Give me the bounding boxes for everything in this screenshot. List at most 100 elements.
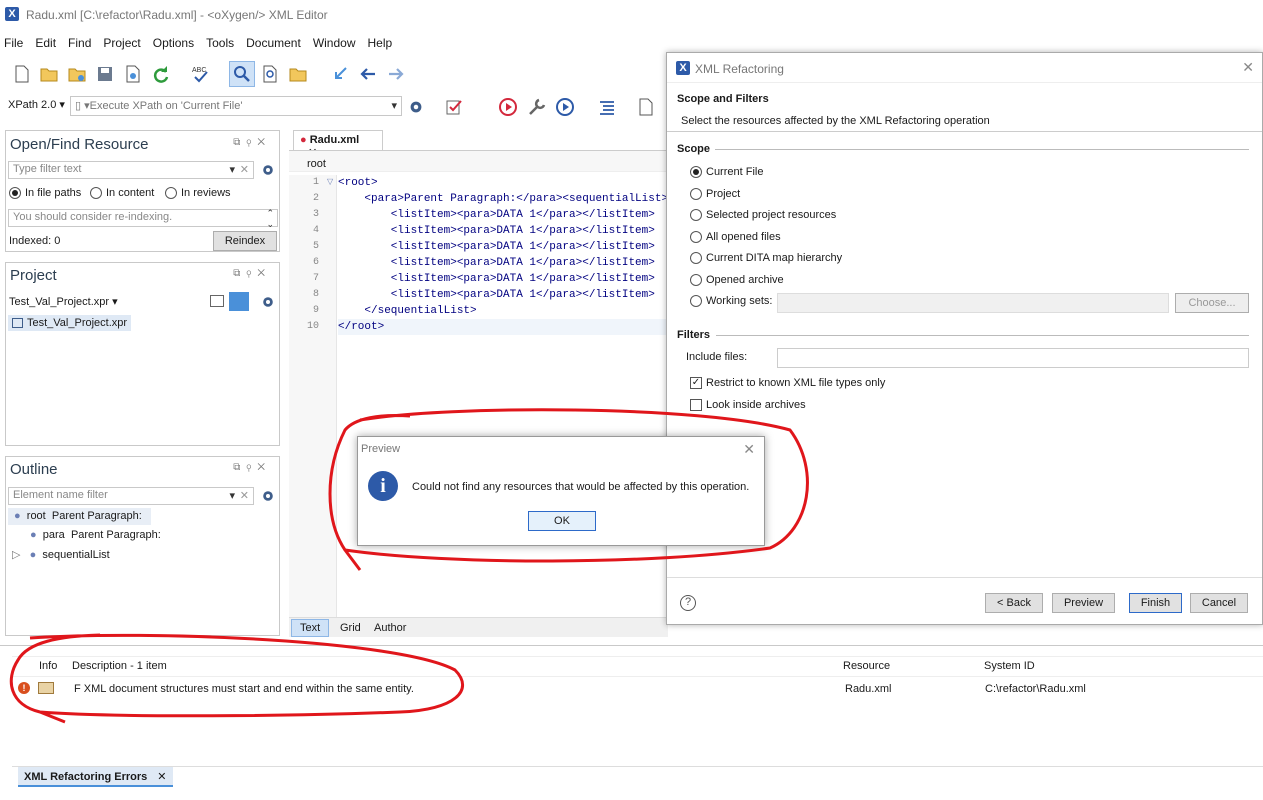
- code-line[interactable]: <para>Parent Paragraph:</para><sequentia…: [338, 191, 668, 207]
- project-combo[interactable]: Test_Val_Project.xpr ▾: [9, 295, 118, 308]
- reload-icon[interactable]: [151, 64, 171, 84]
- validate-icon[interactable]: [444, 97, 464, 117]
- menu-tools[interactable]: Tools: [206, 36, 234, 50]
- resource-filter-input[interactable]: Type filter text ▾ ✕: [8, 161, 254, 179]
- menu-help[interactable]: Help: [368, 36, 393, 50]
- cancel-button[interactable]: Cancel: [1190, 593, 1248, 613]
- error-resource[interactable]: Radu.xml: [845, 683, 891, 695]
- tab-xml-refactoring-errors[interactable]: XML Refactoring Errors ✕: [18, 767, 173, 787]
- panel-window-controls[interactable]: ⧉⚲✕: [233, 462, 271, 473]
- scope-selected-resources[interactable]: Selected project resources: [690, 209, 836, 222]
- collapse-icon[interactable]: [210, 295, 224, 307]
- code-line[interactable]: <listItem><para>DATA 1</para></listItem>: [338, 223, 668, 239]
- column-description[interactable]: Description - 1 item: [72, 660, 167, 672]
- xpath-version-combo[interactable]: XPath 2.0 ▾: [8, 98, 65, 111]
- clear-icon[interactable]: ✕: [240, 163, 249, 176]
- tab-text[interactable]: Text: [291, 619, 330, 637]
- open-project-icon[interactable]: [288, 64, 308, 84]
- code-line[interactable]: </sequentialList>: [338, 303, 668, 319]
- menu-project[interactable]: Project: [103, 36, 140, 50]
- code-line[interactable]: <listItem><para>DATA 1</para></listItem>: [338, 239, 668, 255]
- close-icon[interactable]: ✕: [157, 771, 166, 783]
- new-file-icon[interactable]: [12, 64, 32, 84]
- run-transform-icon[interactable]: [498, 97, 518, 117]
- preview-button[interactable]: Preview: [1052, 593, 1115, 613]
- ok-button[interactable]: OK: [528, 511, 596, 531]
- preview-dialog-title: Preview: [361, 443, 401, 455]
- include-files-input[interactable]: [777, 348, 1249, 368]
- finish-button[interactable]: Finish: [1129, 593, 1182, 613]
- forward-arrow-icon[interactable]: [386, 64, 406, 84]
- column-resource[interactable]: Resource: [843, 660, 890, 672]
- code-line[interactable]: </root>: [338, 319, 668, 335]
- breadcrumb-root[interactable]: root: [307, 158, 326, 170]
- xml-doc-icon[interactable]: [636, 97, 656, 117]
- menu-find[interactable]: Find: [68, 36, 91, 50]
- code-line[interactable]: <root>: [338, 175, 668, 191]
- look-inside-archives-checkbox[interactable]: Look inside archives: [690, 399, 806, 412]
- gear-icon[interactable]: [407, 98, 425, 116]
- gear-icon[interactable]: [260, 294, 276, 310]
- radio-reviews[interactable]: In reviews: [165, 187, 231, 200]
- fold-icon[interactable]: ▽: [327, 177, 333, 186]
- column-info[interactable]: Info: [39, 660, 57, 672]
- xpath-input[interactable]: ▯ ▾Execute XPath on 'Current File' ▾: [70, 96, 402, 116]
- scope-working-sets[interactable]: Working sets:: [690, 295, 772, 308]
- editor-tab[interactable]: ● Radu.xml ✕: [293, 130, 383, 159]
- scope-opened-archive[interactable]: Opened archive: [690, 274, 784, 287]
- link-editor-icon[interactable]: [229, 292, 249, 311]
- code-line[interactable]: <listItem><para>DATA 1</para></listItem>: [338, 255, 668, 271]
- tab-grid[interactable]: Grid: [340, 622, 361, 634]
- format-indent-icon[interactable]: [597, 97, 617, 117]
- column-system-id[interactable]: System ID: [984, 660, 1035, 672]
- open-url-icon[interactable]: [67, 64, 87, 84]
- outline-node-sequentiallist[interactable]: ▷ ● sequentialList: [12, 548, 110, 561]
- code-line[interactable]: <listItem><para>DATA 1</para></listItem>: [338, 271, 668, 287]
- menu-edit[interactable]: Edit: [35, 36, 56, 50]
- spellcheck-icon[interactable]: ABC: [191, 64, 211, 84]
- goto-icon[interactable]: [330, 64, 350, 84]
- back-arrow-icon[interactable]: [358, 64, 378, 84]
- gear-icon[interactable]: [260, 162, 276, 178]
- project-file-icon: [12, 318, 23, 329]
- code-text[interactable]: <root> <para>Parent Paragraph:</para><se…: [338, 175, 668, 335]
- debug-icon[interactable]: [555, 97, 575, 117]
- radio-file-paths[interactable]: In file paths: [9, 187, 81, 200]
- element-filter-input[interactable]: Element name filter ▾ ✕: [8, 487, 254, 505]
- tab-author[interactable]: Author: [374, 622, 406, 634]
- menu-window[interactable]: Window: [313, 36, 356, 50]
- restrict-xml-checkbox[interactable]: ✓ Restrict to known XML file types only: [690, 377, 885, 390]
- back-button[interactable]: < Back: [985, 593, 1043, 613]
- panel-window-controls[interactable]: ⧉⚲✕: [233, 268, 271, 279]
- reindex-button[interactable]: Reindex: [213, 231, 277, 251]
- panel-window-controls[interactable]: ⧉⚲✕: [233, 137, 271, 148]
- expand-icon[interactable]: ▷: [12, 549, 20, 561]
- project-tree-item[interactable]: Test_Val_Project.xpr: [8, 315, 132, 331]
- menu-options[interactable]: Options: [153, 36, 194, 50]
- radio-content[interactable]: In content: [90, 187, 154, 200]
- scope-all-opened[interactable]: All opened files: [690, 231, 781, 244]
- menu-file[interactable]: File: [4, 36, 23, 50]
- scope-current-file[interactable]: Current File: [690, 166, 763, 179]
- gear-icon[interactable]: [260, 488, 276, 504]
- code-line[interactable]: <listItem><para>DATA 1</para></listItem>: [338, 287, 668, 303]
- scroll-arrows-icon[interactable]: ⌃ ⌄: [266, 208, 274, 230]
- menu-document[interactable]: Document: [246, 36, 301, 50]
- close-icon[interactable]: ✕: [743, 441, 755, 458]
- open-folder-icon[interactable]: [39, 64, 59, 84]
- find-replace-icon[interactable]: [232, 64, 252, 84]
- scope-project[interactable]: Project: [690, 188, 740, 201]
- help-icon[interactable]: ?: [680, 595, 696, 611]
- outline-node-para[interactable]: ● para Parent Paragraph:: [30, 529, 161, 541]
- save-icon[interactable]: [95, 64, 115, 84]
- save-all-icon[interactable]: [123, 64, 143, 84]
- error-description[interactable]: F XML document structures must start and…: [74, 683, 414, 695]
- close-icon[interactable]: ✕: [1242, 59, 1254, 76]
- code-line[interactable]: <listItem><para>DATA 1</para></listItem>: [338, 207, 668, 223]
- error-system-id[interactable]: C:\refactor\Radu.xml: [985, 683, 1086, 695]
- scope-dita-map[interactable]: Current DITA map hierarchy: [690, 252, 842, 265]
- configure-transform-icon[interactable]: [527, 97, 547, 117]
- clear-icon[interactable]: ✕: [240, 489, 249, 502]
- choose-button[interactable]: Choose...: [1175, 293, 1249, 313]
- find-in-files-icon[interactable]: [260, 64, 280, 84]
